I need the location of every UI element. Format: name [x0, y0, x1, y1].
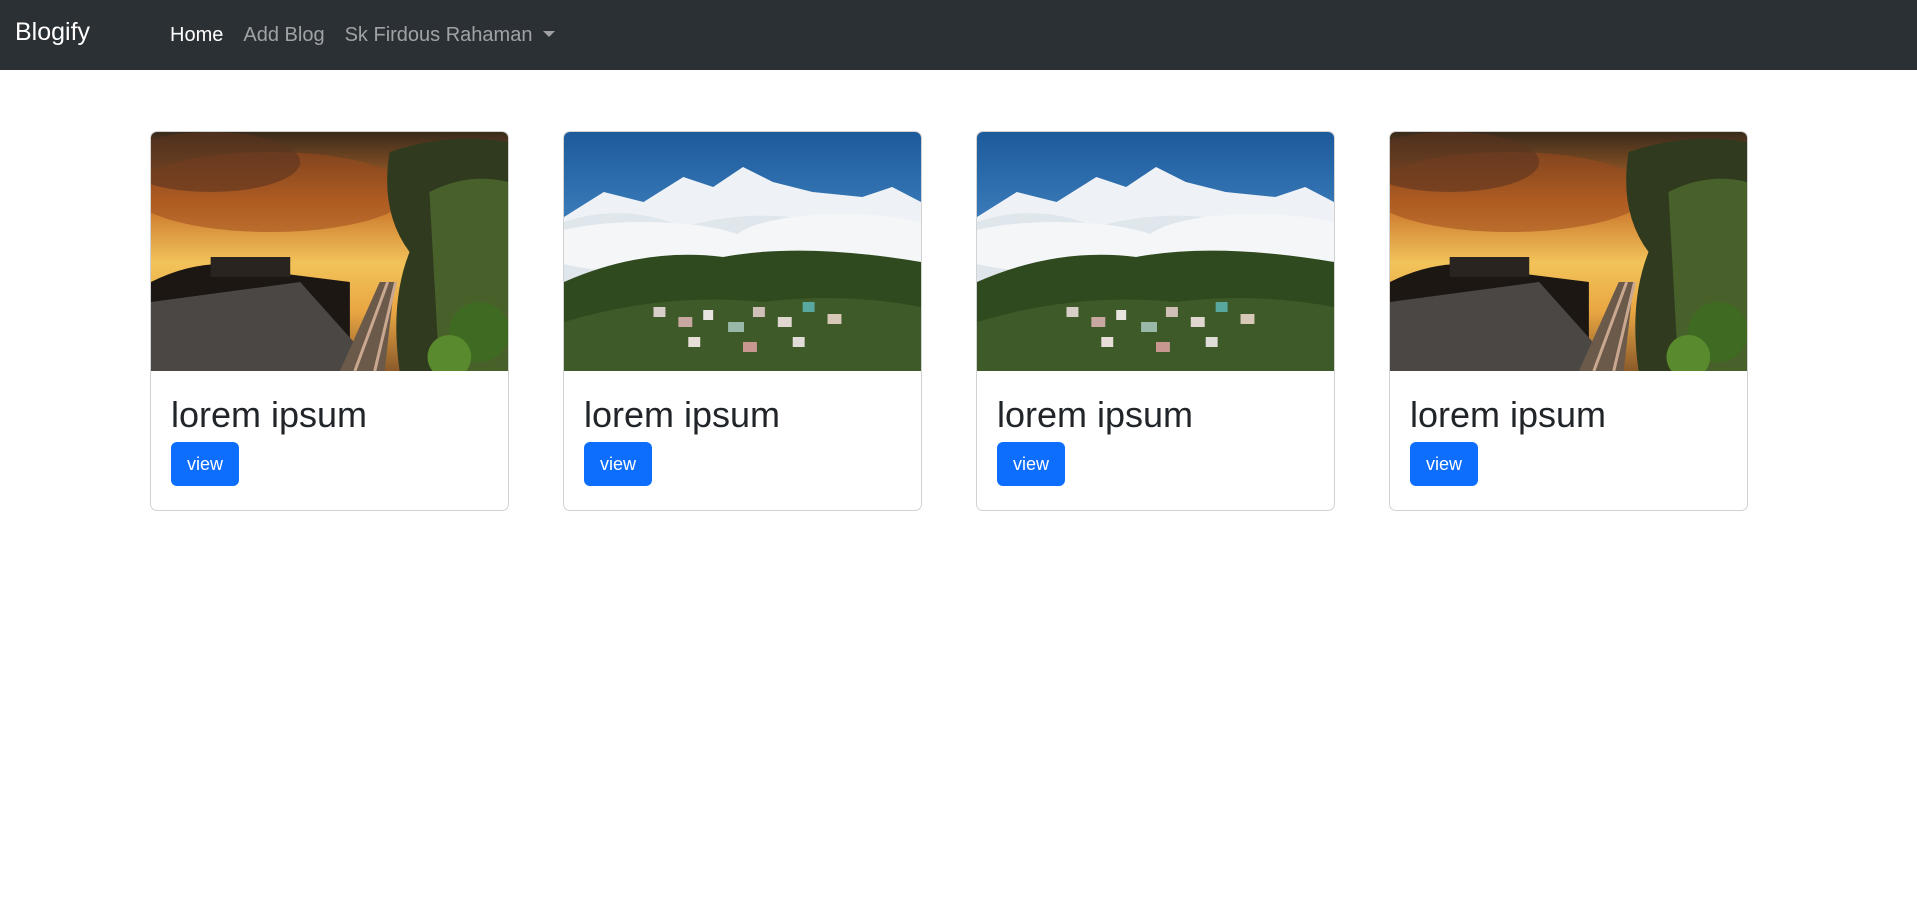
brand-logo[interactable]: Blogify [15, 19, 90, 45]
blog-card-image-mountain-town [564, 132, 921, 371]
blog-card-body: lorem ipsum view [977, 371, 1334, 487]
blog-card-title: lorem ipsum [997, 394, 1194, 435]
view-button[interactable]: view [171, 442, 240, 487]
blog-card-title: lorem ipsum [171, 394, 368, 435]
view-button[interactable]: view [1410, 442, 1479, 487]
blog-card-body: lorem ipsum view [1390, 371, 1747, 487]
blog-card-title: lorem ipsum [1410, 394, 1607, 435]
blog-card: lorem ipsum view [563, 131, 922, 511]
blog-card-image-mountain-town [977, 132, 1334, 371]
blog-card-image-railway-sunset [151, 132, 508, 371]
nav-user-dropdown[interactable]: Sk Firdous Rahaman [335, 24, 566, 47]
navbar: Blogify Home Add Blog Sk Firdous Rahaman [0, 0, 1917, 70]
chevron-down-icon [543, 31, 556, 37]
blog-card: lorem ipsum view [150, 131, 509, 511]
view-button[interactable]: view [584, 442, 653, 487]
nav-list: Home Add Blog Sk Firdous Rahaman [160, 24, 565, 47]
blog-card: lorem ipsum view [976, 131, 1335, 511]
blog-card-body: lorem ipsum view [564, 371, 921, 487]
blog-card: lorem ipsum view [1389, 131, 1748, 511]
blog-card-image-railway-sunset [1390, 132, 1747, 371]
view-button[interactable]: view [997, 442, 1066, 487]
nav-link-home[interactable]: Home [160, 24, 233, 47]
user-name: Sk Firdous Rahaman [344, 23, 533, 46]
blog-card-title: lorem ipsum [584, 394, 781, 435]
nav-link-add-blog[interactable]: Add Blog [233, 24, 334, 47]
blog-card-list: lorem ipsum view lorem ipsum view lorem … [150, 131, 1748, 511]
blog-card-body: lorem ipsum view [151, 371, 508, 487]
